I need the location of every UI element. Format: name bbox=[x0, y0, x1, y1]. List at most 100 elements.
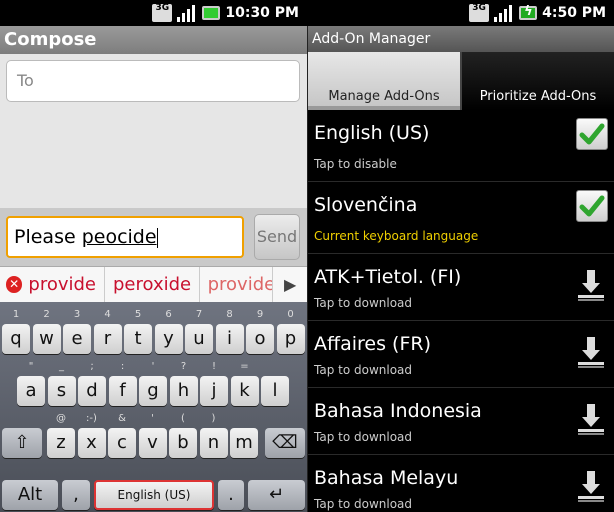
page-title: Compose bbox=[0, 26, 307, 54]
tab-label: Manage Add-Ons bbox=[328, 89, 440, 104]
addon-name: Bahasa Melayu bbox=[314, 467, 459, 489]
key-l[interactable]: l bbox=[261, 376, 289, 406]
tab-prioritize-addons[interactable]: Prioritize Add-Ons bbox=[460, 52, 614, 110]
key-label: k bbox=[239, 380, 250, 401]
soft-keyboard: 1q2w3e4r5t6y7u8i9o0p " a _ s; d: f ' g? h! j = k l ⇧… bbox=[0, 302, 307, 512]
key-e[interactable]: 3e bbox=[63, 309, 91, 354]
tab-label: Prioritize Add-Ons bbox=[479, 89, 597, 104]
key-alt-hint: ? bbox=[180, 361, 187, 372]
signal-icon bbox=[177, 4, 197, 22]
key-p[interactable]: 0p bbox=[276, 309, 305, 354]
close-icon[interactable]: ✕ bbox=[6, 276, 23, 293]
addon-row[interactable]: Bahasa Melayu Tap to download bbox=[308, 455, 614, 512]
more-suggestions-arrow-icon[interactable]: ▶ bbox=[273, 275, 307, 294]
key-label: r bbox=[103, 328, 112, 349]
key-alt-hint: & bbox=[118, 413, 126, 424]
key-n[interactable]: ) n bbox=[199, 413, 228, 458]
3g-icon: 3G bbox=[152, 4, 173, 22]
key-alt-hint: ! bbox=[211, 361, 216, 372]
key-g[interactable]: ' g bbox=[139, 361, 167, 406]
key-label: l bbox=[272, 380, 278, 401]
key-a[interactable]: " a bbox=[17, 361, 45, 406]
enter-key[interactable]: ↵ bbox=[248, 480, 305, 510]
key-label: m bbox=[235, 432, 253, 453]
comma-label: , bbox=[73, 484, 79, 505]
tab-bar: Manage Add-Ons Prioritize Add-Ons bbox=[308, 52, 614, 110]
key-k[interactable]: = k bbox=[230, 361, 259, 406]
suggestion-label: provide bbox=[207, 274, 274, 295]
key-c[interactable]: & c bbox=[108, 413, 136, 458]
download-icon[interactable] bbox=[576, 402, 606, 436]
key-z[interactable]: @ z bbox=[47, 413, 75, 458]
key-u[interactable]: 7u bbox=[185, 309, 213, 354]
key-s[interactable]: _ s bbox=[47, 361, 76, 406]
alt-key[interactable]: Alt bbox=[2, 480, 58, 510]
key-label: v bbox=[147, 432, 158, 453]
download-icon[interactable] bbox=[576, 469, 606, 503]
key-label: b bbox=[177, 432, 189, 453]
key-x[interactable]: :-) x bbox=[77, 413, 106, 458]
addon-row[interactable]: Bahasa Indonesia Tap to download bbox=[308, 388, 614, 455]
key-o[interactable]: 9o bbox=[246, 309, 274, 354]
microphone-comma-key[interactable]: , bbox=[62, 480, 90, 510]
key-alt-hint: 7 bbox=[195, 309, 203, 320]
key-label: s bbox=[56, 380, 67, 401]
addon-name: ATK+Tietol. (FI) bbox=[314, 266, 462, 288]
compose-screen: Compose To Please peocide Send ✕ provide… bbox=[0, 26, 307, 512]
key-r[interactable]: 4r bbox=[93, 309, 122, 354]
key-b[interactable]: (b bbox=[169, 413, 197, 458]
key-alt-hint: 8 bbox=[226, 309, 233, 320]
key-v[interactable]: ' v bbox=[138, 413, 167, 458]
key-h[interactable]: ? h bbox=[169, 361, 198, 406]
suggestion-item[interactable]: ✕ provide bbox=[0, 267, 105, 302]
addon-row[interactable]: Affaires (FR) Tap to download bbox=[308, 321, 614, 388]
key-alt-hint: 3 bbox=[73, 309, 81, 320]
space-key[interactable]: English (US) bbox=[94, 480, 214, 510]
key-f[interactable]: :f bbox=[108, 361, 137, 406]
key-alt-hint: 5 bbox=[134, 309, 142, 320]
send-button[interactable]: Send bbox=[254, 214, 300, 260]
key-y[interactable]: 6y bbox=[154, 309, 183, 354]
key-alt-hint: ' bbox=[151, 361, 155, 372]
addon-status: Tap to download bbox=[314, 296, 413, 310]
key-q[interactable]: 1q bbox=[2, 309, 30, 354]
download-icon[interactable] bbox=[576, 335, 606, 369]
addon-name: Bahasa Indonesia bbox=[314, 400, 482, 422]
suggestion-item[interactable]: peroxide bbox=[105, 267, 200, 302]
checkbox-checked-icon[interactable] bbox=[576, 190, 608, 222]
key-j[interactable]: ! j bbox=[200, 361, 228, 406]
page-title: Add-On Manager bbox=[308, 26, 614, 52]
addon-row[interactable]: Slovenčina Current keyboard language bbox=[308, 182, 614, 254]
to-field[interactable]: To bbox=[6, 60, 300, 102]
suggestion-item[interactable]: provide bbox=[200, 267, 274, 302]
addon-status: Current keyboard language bbox=[314, 229, 479, 243]
key-label: u bbox=[193, 328, 205, 349]
key-label: x bbox=[86, 432, 97, 453]
checkbox-checked-icon[interactable] bbox=[576, 118, 608, 150]
download-icon[interactable] bbox=[576, 268, 606, 302]
period-key[interactable]: . bbox=[218, 480, 244, 510]
key-alt-hint: ( bbox=[181, 413, 185, 424]
shift-key[interactable]: ⇧ bbox=[2, 428, 42, 458]
key-alt-hint: ; bbox=[90, 361, 94, 372]
key-w[interactable]: 2w bbox=[32, 309, 61, 354]
to-placeholder: To bbox=[17, 71, 34, 90]
key-label: o bbox=[254, 328, 266, 349]
key-t[interactable]: 5t bbox=[124, 309, 152, 354]
addon-row[interactable]: ATK+Tietol. (FI) Tap to download bbox=[308, 254, 614, 321]
key-d[interactable]: ; d bbox=[78, 361, 106, 406]
tab-manage-addons[interactable]: Manage Add-Ons bbox=[308, 52, 460, 110]
key-alt-hint: = bbox=[240, 361, 249, 372]
addon-name: Affaires (FR) bbox=[314, 333, 431, 355]
key-label: t bbox=[134, 328, 142, 349]
key-i[interactable]: 8i bbox=[215, 309, 244, 354]
key-m[interactable]: m bbox=[230, 428, 258, 458]
suggestion-label: provide bbox=[28, 274, 96, 295]
addon-row[interactable]: English (US) Tap to disable bbox=[308, 110, 614, 182]
status-time: 10:30 PM bbox=[225, 5, 299, 21]
key-label: d bbox=[86, 380, 98, 401]
message-input[interactable]: Please peocide bbox=[6, 216, 244, 258]
key-label: f bbox=[119, 380, 126, 401]
backspace-key[interactable]: ⌫ bbox=[265, 428, 305, 458]
addon-status: Tap to download bbox=[314, 430, 413, 444]
